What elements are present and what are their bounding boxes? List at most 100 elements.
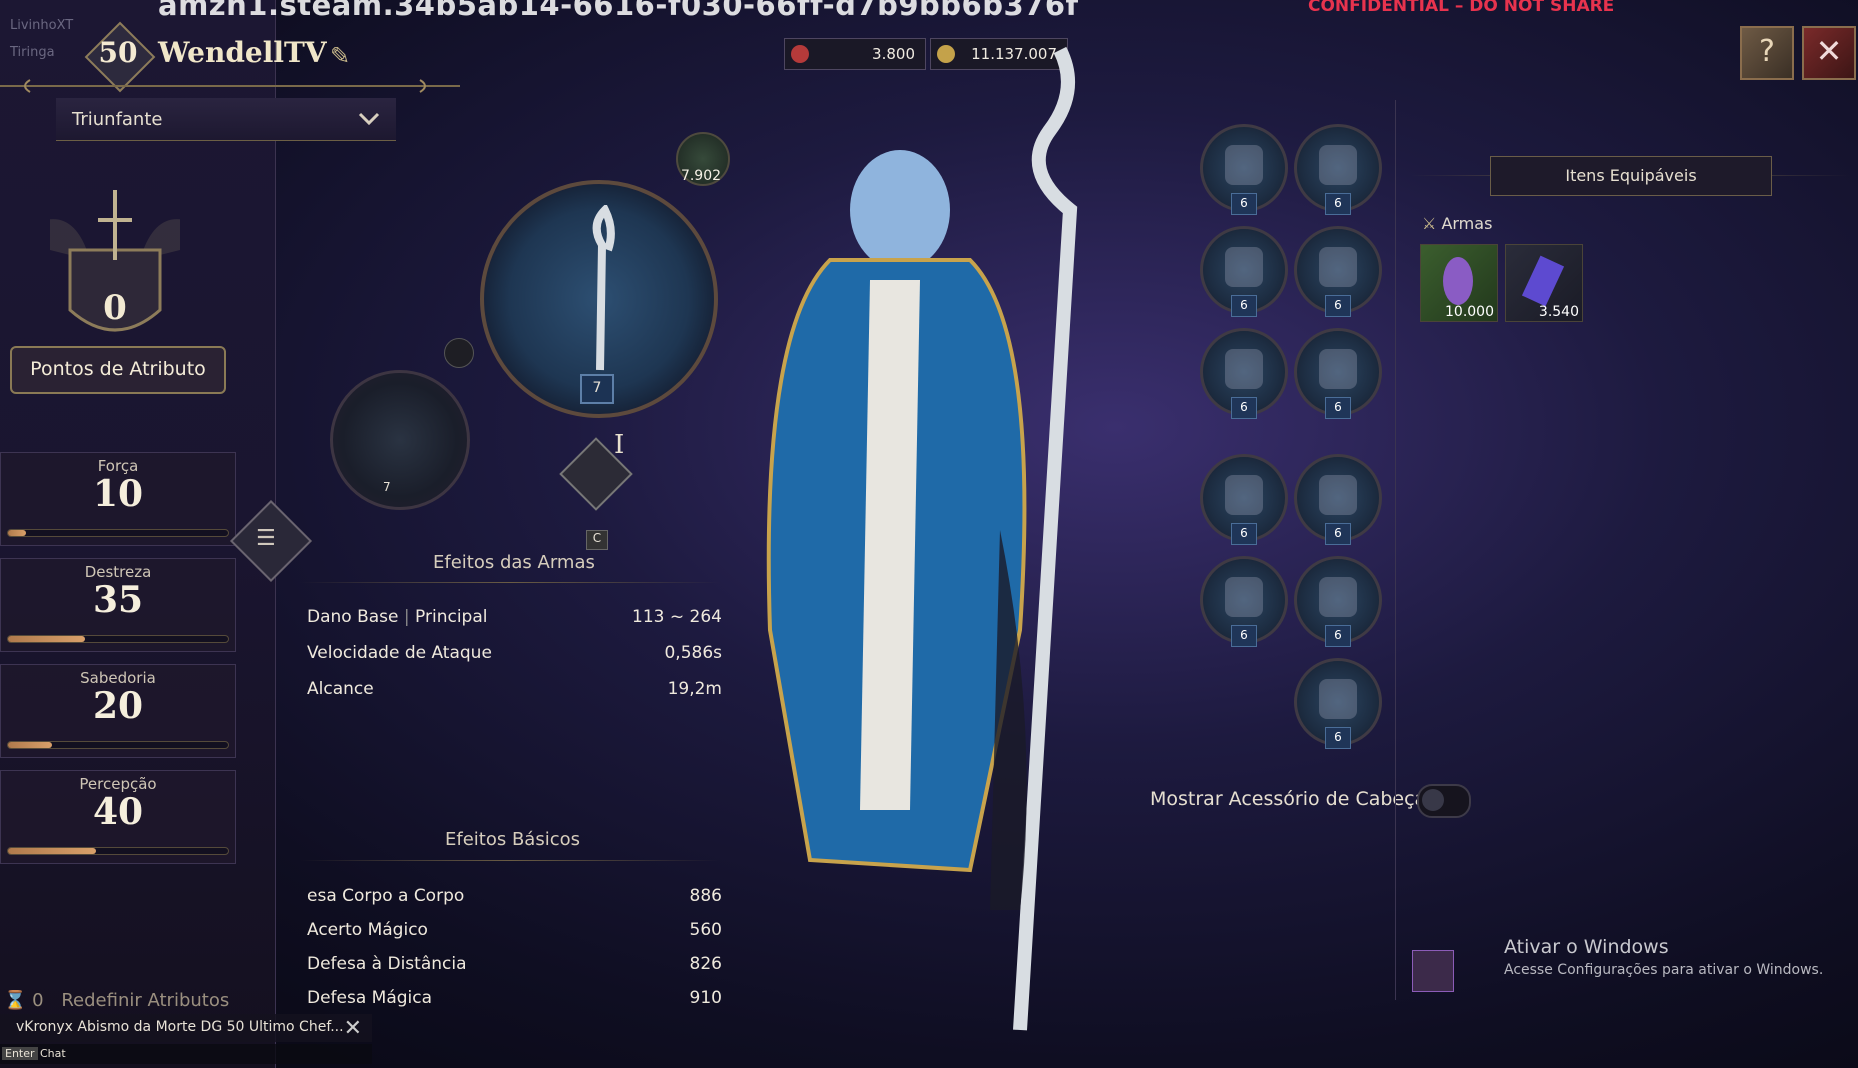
stat-value: 20 xyxy=(92,685,144,727)
equipment-slot[interactable]: 6 xyxy=(1294,454,1382,545)
staff-icon xyxy=(592,205,615,371)
slot-level: 6 xyxy=(1231,523,1257,545)
purple-orb-icon xyxy=(1443,257,1473,305)
slot-level: 6 xyxy=(1325,523,1351,545)
slot-level: 6 xyxy=(1325,295,1351,317)
sword-icon: ⚔ xyxy=(1422,214,1437,233)
chat-label: Chat xyxy=(40,1047,66,1060)
offhand-level: 7 xyxy=(383,480,391,494)
ring-icon xyxy=(1225,577,1263,617)
title-dropdown[interactable]: Triunfante xyxy=(56,98,396,141)
chat-message-text: vKronyx Abismo da Morte DG 50 Ultimo Che… xyxy=(16,1019,344,1035)
stat-bar xyxy=(7,529,229,537)
discord-overlay: LivinhoXT Tiringa xyxy=(10,18,73,60)
help-icon: ? xyxy=(1759,34,1775,69)
rune-tier: I xyxy=(614,430,625,460)
attribute-points-text: Pontos de Atributo xyxy=(30,358,206,380)
reset-attributes[interactable]: ⌛ 0 Redefinir Atributos xyxy=(4,990,229,1011)
equipment-slot[interactable]: 6 xyxy=(1200,454,1288,545)
reset-count: 0 xyxy=(32,990,44,1011)
gloves-icon xyxy=(1319,247,1357,287)
edit-name-icon[interactable]: ✎ xyxy=(330,42,350,70)
slot-level: 6 xyxy=(1325,193,1351,215)
close-button[interactable]: ✕ xyxy=(1802,26,1856,80)
chevron-down-icon xyxy=(358,112,380,126)
help-button[interactable]: ? xyxy=(1740,26,1794,80)
level-value: 50 xyxy=(98,36,138,69)
stat-value: 10 xyxy=(92,473,144,515)
equipment-slot[interactable]: 6 xyxy=(1294,658,1382,749)
effect-subkey: Principal xyxy=(415,607,488,627)
effect-value: 113 ~ 264 xyxy=(632,607,722,627)
effect-value: 0,586s xyxy=(664,643,722,663)
bracelet-icon xyxy=(1319,475,1357,515)
show-head-accessory-label: Mostrar Acessório de Cabeça xyxy=(1150,788,1427,810)
pants-icon xyxy=(1225,349,1263,389)
stat-bar-fill xyxy=(8,742,52,748)
inventory-item[interactable]: 3.540 xyxy=(1505,244,1583,322)
stat-card-forca[interactable]: Força 10 xyxy=(0,452,236,546)
stat-card-destreza[interactable]: Destreza 35 xyxy=(0,558,236,652)
slot-level: 6 xyxy=(1231,625,1257,647)
stat-value: 35 xyxy=(92,579,144,621)
stat-card-sabedoria[interactable]: Sabedoria 20 xyxy=(0,664,236,758)
offhand-weapon-slot[interactable] xyxy=(330,370,470,510)
boots-icon xyxy=(1319,349,1357,389)
steam-watermark: amzn1.steam.34b5ab14-6616-f030-66ff-d7b9… xyxy=(158,0,1079,22)
stat-bar-fill xyxy=(8,636,85,642)
slot-level: 6 xyxy=(1231,193,1257,215)
necklace-icon xyxy=(1225,475,1263,515)
equippable-items-header: Itens Equipáveis xyxy=(1490,156,1772,196)
item-quantity: 10.000 xyxy=(1445,304,1494,320)
equippable-items-title: Itens Equipáveis xyxy=(1565,166,1697,185)
equipment-slot[interactable]: 6 xyxy=(1200,226,1288,317)
equipment-slot[interactable]: 6 xyxy=(1294,124,1382,215)
effect-value: 826 xyxy=(689,954,722,974)
close-chat-icon[interactable]: ✕ xyxy=(344,1016,362,1041)
main-weapon-level: 7 xyxy=(580,374,614,404)
chat-message[interactable]: vKronyx Abismo da Morte DG 50 Ultimo Che… xyxy=(0,1014,372,1042)
chat-input[interactable]: Enter Chat xyxy=(0,1044,372,1064)
effect-value: 560 xyxy=(689,920,722,940)
equipment-slot[interactable]: 6 xyxy=(1200,556,1288,647)
close-icon: ✕ xyxy=(1815,32,1843,70)
basic-effects-title: Efeitos Básicos xyxy=(445,829,580,850)
equipment-slot[interactable]: 6 xyxy=(1200,124,1288,215)
panel-divider xyxy=(1395,100,1396,1000)
category-label: Armas xyxy=(1441,214,1493,233)
reset-label: Redefinir Atributos xyxy=(61,990,230,1011)
divider xyxy=(300,582,720,583)
eye-skill-icon[interactable] xyxy=(1412,950,1454,992)
equipment-slot[interactable]: 6 xyxy=(1294,226,1382,317)
discord-user: LivinhoXT xyxy=(10,18,74,33)
equipment-slot[interactable]: 6 xyxy=(1294,328,1382,419)
equipment-slot[interactable]: 6 xyxy=(1294,556,1382,647)
list-icon: ☰ xyxy=(256,526,276,551)
activate-windows-subtitle: Acesse Configurações para ativar o Windo… xyxy=(1504,962,1824,978)
character-model xyxy=(766,46,1078,1031)
slot-level: 6 xyxy=(1325,397,1351,419)
toggle-knob xyxy=(1422,789,1444,811)
slot-level: 6 xyxy=(1325,727,1351,749)
effect-value: 910 xyxy=(689,988,722,1008)
discord-user: Tiringa xyxy=(10,45,55,60)
header-ornament xyxy=(0,79,460,93)
activate-windows-title: Ativar o Windows xyxy=(1504,936,1669,958)
effect-value: 886 xyxy=(689,886,722,906)
robe-icon xyxy=(1225,247,1263,287)
hood-icon xyxy=(1225,145,1263,185)
stat-card-percepcao[interactable]: Percepção 40 xyxy=(0,770,236,864)
feather-icon[interactable] xyxy=(444,338,474,368)
category-armas[interactable]: ⚔ Armas xyxy=(1422,214,1492,233)
hourglass-icon: ⌛ xyxy=(4,990,27,1011)
effect-key: Dano Base xyxy=(307,607,399,627)
inventory-item[interactable]: 10.000 xyxy=(1420,244,1498,322)
effect-value: 19,2m xyxy=(667,679,722,699)
equipment-slot[interactable]: 6 xyxy=(1200,328,1288,419)
effect-key: Defesa Mágica xyxy=(307,988,433,1008)
effect-key: Defesa à Distância xyxy=(307,954,467,974)
stat-bar xyxy=(7,635,229,643)
stat-bar xyxy=(7,741,229,749)
show-head-accessory-toggle[interactable] xyxy=(1417,784,1471,818)
character-name: WendellTV xyxy=(158,36,327,69)
